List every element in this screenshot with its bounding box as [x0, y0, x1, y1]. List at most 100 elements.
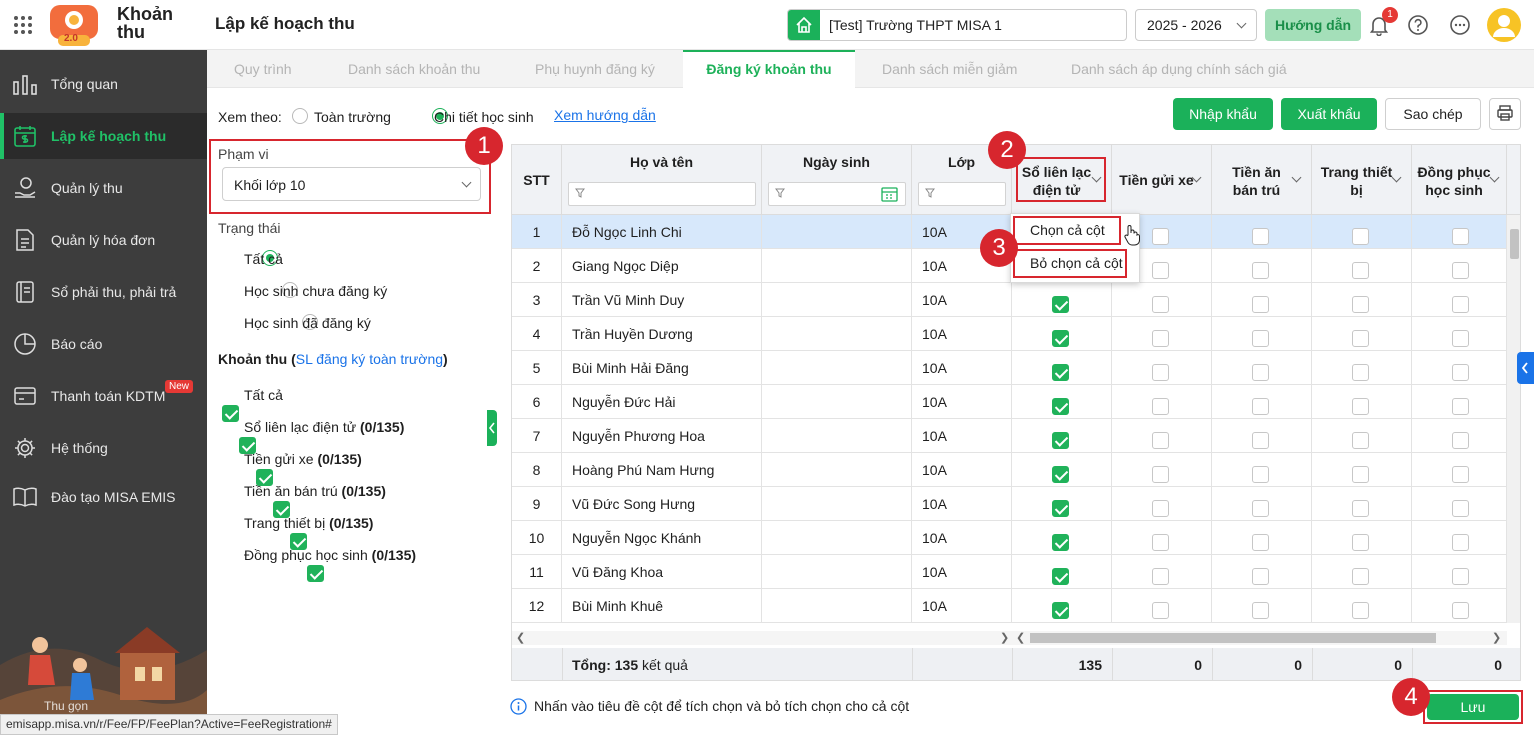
row-checkbox[interactable] — [1252, 262, 1269, 279]
fee-option-label[interactable]: Tiền gửi xe (0/135) — [244, 451, 362, 467]
school-selector[interactable]: [Test] Trường THPT MISA 1 — [787, 9, 1127, 41]
row-checkbox[interactable] — [1052, 330, 1069, 347]
tab-parent-registration[interactable]: Phụ huynh đăng ký — [535, 50, 655, 88]
row-checkbox[interactable] — [1152, 364, 1169, 381]
collapse-panel-handle[interactable] — [487, 410, 497, 446]
row-checkbox[interactable] — [1152, 534, 1169, 551]
avatar[interactable] — [1487, 8, 1521, 42]
row-checkbox[interactable] — [1252, 330, 1269, 347]
row-checkbox[interactable] — [1352, 398, 1369, 415]
row-checkbox[interactable] — [1352, 330, 1369, 347]
guide-button[interactable]: Hướng dẫn — [1265, 9, 1361, 41]
table-row[interactable]: 9 Vũ Đức Song Hưng 10A — [512, 487, 1520, 521]
guide-link[interactable]: Xem hướng dẫn — [554, 107, 656, 123]
table-row[interactable]: 5 Bùi Minh Hải Đăng 10A — [512, 351, 1520, 385]
sidebar-item-invoices[interactable]: Quản lý hóa đơn — [0, 217, 207, 263]
row-checkbox[interactable] — [1052, 466, 1069, 483]
row-checkbox[interactable] — [1152, 602, 1169, 619]
row-checkbox[interactable] — [1152, 330, 1169, 347]
menu-item-select-column[interactable]: Chọn cả cột — [1013, 216, 1121, 245]
table-row[interactable]: 10 Nguyễn Ngọc Khánh 10A — [512, 521, 1520, 555]
horizontal-scrollbar-right[interactable]: ❮ ❯ — [1012, 631, 1507, 645]
row-checkbox[interactable] — [1452, 398, 1469, 415]
fee-option-label[interactable]: Tất cả — [244, 387, 283, 403]
row-checkbox[interactable] — [1352, 500, 1369, 517]
help-icon[interactable] — [1407, 14, 1429, 36]
table-row[interactable]: 12 Bùi Minh Khuê 10A — [512, 589, 1520, 623]
name-filter-input[interactable] — [568, 182, 756, 206]
row-checkbox[interactable] — [1352, 602, 1369, 619]
row-checkbox[interactable] — [1052, 534, 1069, 551]
row-checkbox[interactable] — [1152, 228, 1169, 245]
row-checkbox[interactable] — [1252, 500, 1269, 517]
status-option-registered[interactable]: Học sinh đã đăng ký — [244, 315, 371, 331]
scroll-left-icon[interactable]: ❮ — [1016, 631, 1025, 644]
row-checkbox[interactable] — [1052, 432, 1069, 449]
fee-option-label[interactable]: Sổ liên lạc điện tử (0/135) — [244, 419, 404, 435]
header-dob[interactable]: Ngày sinh — [762, 145, 912, 215]
row-checkbox[interactable] — [1152, 398, 1169, 415]
row-checkbox[interactable] — [1452, 500, 1469, 517]
header-uniform[interactable]: Đồng phục học sinh — [1412, 145, 1507, 215]
status-option-all[interactable]: Tất cả — [244, 251, 283, 267]
table-row[interactable]: 4 Trần Huyền Dương 10A — [512, 317, 1520, 351]
import-button[interactable]: Nhập khẩu — [1173, 98, 1273, 130]
row-checkbox[interactable] — [1352, 534, 1369, 551]
row-checkbox[interactable] — [1152, 466, 1169, 483]
print-button[interactable] — [1489, 98, 1521, 130]
collapse-label[interactable]: Thu gọn — [44, 699, 88, 713]
vertical-scrollbar[interactable] — [1507, 215, 1520, 623]
row-checkbox[interactable] — [1052, 568, 1069, 585]
expand-side-panel[interactable] — [1517, 352, 1534, 384]
horizontal-scrollbar-left[interactable]: ❮ ❯ — [512, 631, 1012, 645]
tab-discount-list[interactable]: Danh sách miễn giảm — [882, 50, 1017, 88]
tab-price-policy[interactable]: Danh sách áp dụng chính sách giá — [1071, 50, 1287, 88]
scroll-right-icon[interactable]: ❯ — [1492, 631, 1501, 644]
row-checkbox[interactable] — [1452, 466, 1469, 483]
row-checkbox[interactable] — [1452, 602, 1469, 619]
radio-student-detail-label[interactable]: Chi tiết học sinh — [434, 109, 534, 125]
sidebar-item-fee-planning[interactable]: Lập kế hoạch thu — [0, 113, 207, 159]
scroll-right-icon[interactable]: ❯ — [1000, 631, 1009, 644]
header-boarding-fee[interactable]: Tiền ăn bán trú — [1212, 145, 1312, 215]
school-year-select[interactable]: 2025 - 2026 — [1135, 9, 1257, 41]
sidebar-item-overview[interactable]: Tổng quan — [0, 61, 207, 107]
fee-option-label[interactable]: Trang thiết bị (0/135) — [244, 515, 373, 531]
row-checkbox[interactable] — [1452, 262, 1469, 279]
copy-button[interactable]: Sao chép — [1385, 98, 1481, 130]
tab-fee-list[interactable]: Danh sách khoản thu — [348, 50, 480, 88]
table-row[interactable]: 11 Vũ Đăng Khoa 10A — [512, 555, 1520, 589]
row-checkbox[interactable] — [1052, 500, 1069, 517]
tab-process[interactable]: Quy trình — [234, 50, 292, 88]
row-checkbox[interactable] — [1452, 228, 1469, 245]
sidebar-item-system[interactable]: Hệ thống — [0, 425, 207, 471]
row-checkbox[interactable] — [1352, 466, 1369, 483]
row-checkbox[interactable] — [1052, 398, 1069, 415]
export-button[interactable]: Xuất khẩu — [1281, 98, 1377, 130]
row-checkbox[interactable] — [1452, 296, 1469, 313]
more-options-icon[interactable] — [1449, 14, 1471, 36]
row-checkbox[interactable] — [1452, 534, 1469, 551]
row-checkbox[interactable] — [1152, 432, 1169, 449]
table-row[interactable]: 6 Nguyễn Đức Hải 10A — [512, 385, 1520, 419]
sidebar-item-fee-management[interactable]: Quản lý thu — [0, 165, 207, 211]
header-parking-fee[interactable]: Tiền gửi xe — [1112, 145, 1212, 215]
row-checkbox[interactable] — [1052, 364, 1069, 381]
table-row[interactable]: 7 Nguyễn Phương Hoa 10A — [512, 419, 1520, 453]
fee-checkbox[interactable] — [307, 565, 324, 582]
row-checkbox[interactable] — [1152, 500, 1169, 517]
row-checkbox[interactable] — [1352, 432, 1369, 449]
scroll-left-icon[interactable]: ❮ — [516, 631, 525, 644]
row-checkbox[interactable] — [1252, 398, 1269, 415]
row-checkbox[interactable] — [1452, 568, 1469, 585]
row-checkbox[interactable] — [1352, 228, 1369, 245]
row-checkbox[interactable] — [1252, 568, 1269, 585]
table-row[interactable]: 3 Trần Vũ Minh Duy 10A — [512, 283, 1520, 317]
row-checkbox[interactable] — [1252, 466, 1269, 483]
row-checkbox[interactable] — [1252, 602, 1269, 619]
fee-checkbox[interactable] — [222, 405, 239, 422]
apps-grid-icon[interactable] — [13, 15, 33, 35]
vertical-scroll-thumb[interactable] — [1510, 229, 1519, 259]
fee-option-label[interactable]: Tiền ăn bán trú (0/135) — [244, 483, 386, 499]
row-checkbox[interactable] — [1152, 262, 1169, 279]
